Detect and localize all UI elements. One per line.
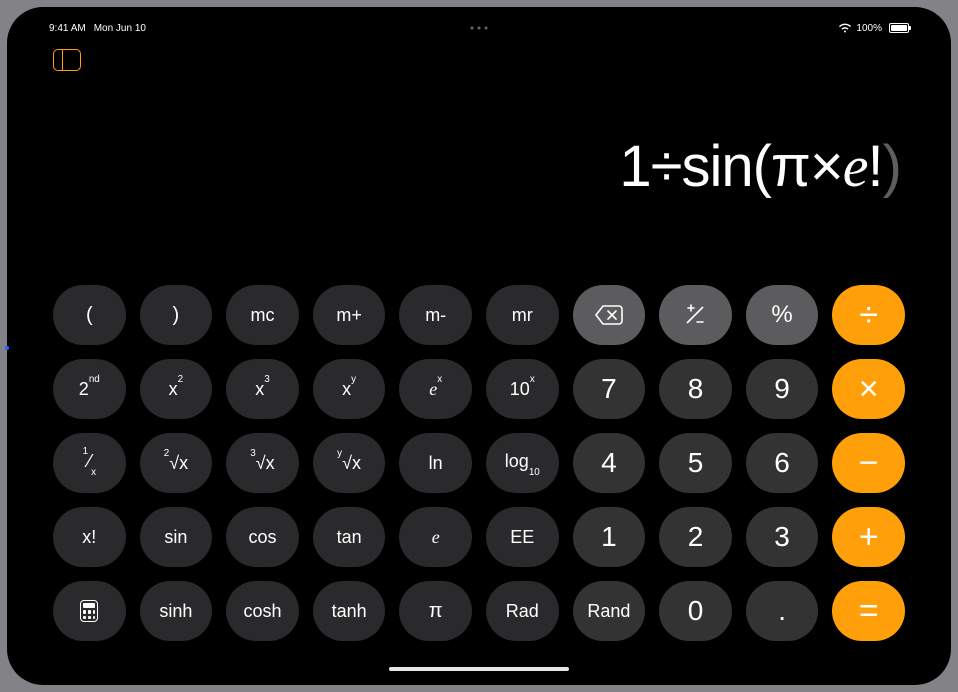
plus-button[interactable]: + <box>832 507 905 567</box>
right-paren-button[interactable]: ) <box>140 285 213 345</box>
digit-8-button[interactable]: 8 <box>659 359 732 419</box>
backspace-button[interactable] <box>573 285 646 345</box>
ee-button[interactable]: EE <box>486 507 559 567</box>
status-bar: 9:41 AM Mon Jun 10 100% <box>13 19 945 37</box>
digit-5-button[interactable]: 5 <box>659 433 732 493</box>
x-cubed-button[interactable]: x3 <box>226 359 299 419</box>
digit-7-button[interactable]: 7 <box>573 359 646 419</box>
calculator-display: 1÷sin(π×e!) <box>57 133 901 200</box>
y-root-button[interactable]: y√x <box>313 433 386 493</box>
camera-indicator <box>5 346 9 350</box>
digit-3-button[interactable]: 3 <box>746 507 819 567</box>
square-root-button[interactable]: 2√x <box>140 433 213 493</box>
reciprocal-button[interactable]: 1⁄x <box>53 433 126 493</box>
keypad: ( ) mc m+ m- mr % ÷ 2nd x2 x3 xy ex 10x … <box>53 285 905 641</box>
sinh-button[interactable]: sinh <box>140 581 213 641</box>
e-constant-button[interactable]: e <box>399 507 472 567</box>
sin-button[interactable]: sin <box>140 507 213 567</box>
multitask-dots-icon[interactable] <box>471 27 488 30</box>
plus-minus-icon <box>683 303 707 327</box>
decimal-button[interactable]: . <box>746 581 819 641</box>
x-squared-button[interactable]: x2 <box>140 359 213 419</box>
digit-1-button[interactable]: 1 <box>573 507 646 567</box>
battery-icon <box>886 23 909 33</box>
digit-6-button[interactable]: 6 <box>746 433 819 493</box>
digit-2-button[interactable]: 2 <box>659 507 732 567</box>
calculator-icon <box>80 600 98 622</box>
rad-button[interactable]: Rad <box>486 581 559 641</box>
status-date: Mon Jun 10 <box>94 23 146 34</box>
plus-minus-button[interactable] <box>659 285 732 345</box>
ten-power-x-button[interactable]: 10x <box>486 359 559 419</box>
ln-button[interactable]: ln <box>399 433 472 493</box>
left-paren-button[interactable]: ( <box>53 285 126 345</box>
tan-button[interactable]: tan <box>313 507 386 567</box>
digit-0-button[interactable]: 0 <box>659 581 732 641</box>
status-time: 9:41 AM <box>49 23 86 34</box>
cube-root-button[interactable]: 3√x <box>226 433 299 493</box>
home-indicator[interactable] <box>389 667 569 671</box>
equals-button[interactable]: = <box>832 581 905 641</box>
pi-button[interactable]: π <box>399 581 472 641</box>
status-battery-pct: 100% <box>856 23 882 34</box>
mr-button[interactable]: mr <box>486 285 559 345</box>
multiply-button[interactable]: × <box>832 359 905 419</box>
wifi-icon <box>838 23 852 33</box>
digit-4-button[interactable]: 4 <box>573 433 646 493</box>
tanh-button[interactable]: tanh <box>313 581 386 641</box>
rand-button[interactable]: Rand <box>573 581 646 641</box>
divide-button[interactable]: ÷ <box>832 285 905 345</box>
factorial-button[interactable]: x! <box>53 507 126 567</box>
backspace-icon <box>594 304 624 326</box>
mc-button[interactable]: mc <box>226 285 299 345</box>
percent-button[interactable]: % <box>746 285 819 345</box>
cosh-button[interactable]: cosh <box>226 581 299 641</box>
second-button[interactable]: 2nd <box>53 359 126 419</box>
sidebar-toggle-button[interactable] <box>53 49 81 71</box>
log10-button[interactable]: log10 <box>486 433 559 493</box>
digit-9-button[interactable]: 9 <box>746 359 819 419</box>
calculator-mode-button[interactable] <box>53 581 126 641</box>
e-power-x-button[interactable]: ex <box>399 359 472 419</box>
x-power-y-button[interactable]: xy <box>313 359 386 419</box>
m-plus-button[interactable]: m+ <box>313 285 386 345</box>
minus-button[interactable]: − <box>832 433 905 493</box>
m-minus-button[interactable]: m- <box>399 285 472 345</box>
cos-button[interactable]: cos <box>226 507 299 567</box>
display-expression: 1÷sin(π×e!) <box>619 134 901 199</box>
